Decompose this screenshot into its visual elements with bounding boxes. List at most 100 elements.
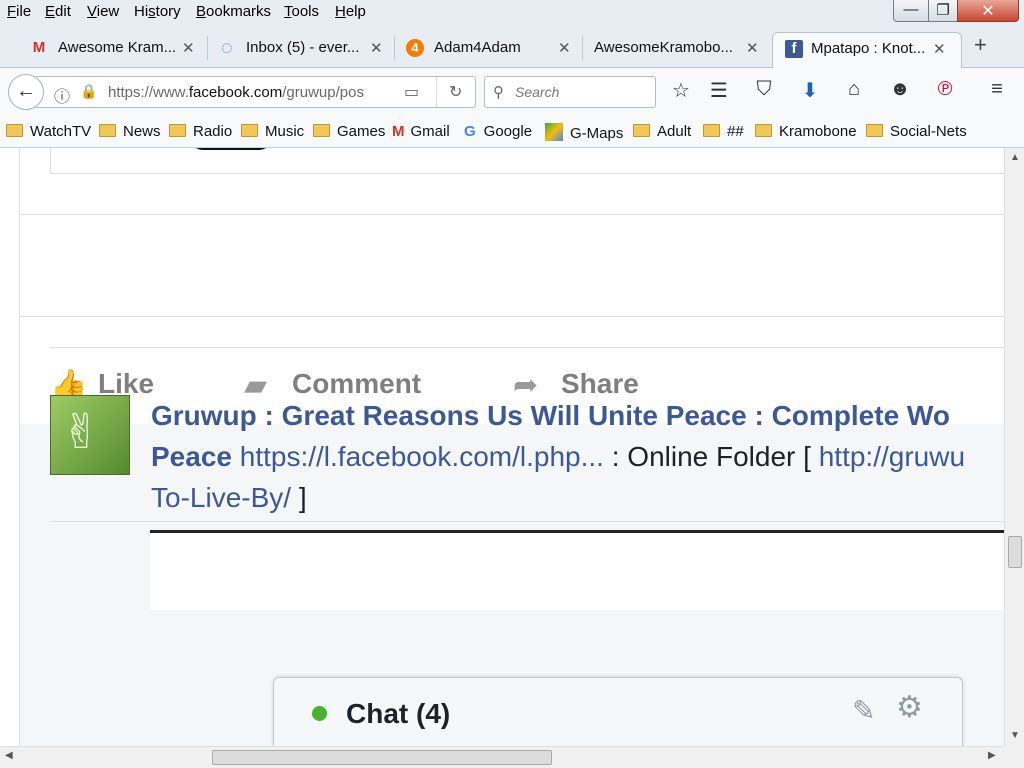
- bookmark-gmail[interactable]: M Gmail: [392, 123, 450, 140]
- scrollbar-corner: [1004, 746, 1024, 768]
- tab-awesomekramobone[interactable]: AwesomeKramobo... ✕: [572, 32, 768, 68]
- pocket-icon[interactable]: ⛉: [751, 78, 777, 101]
- folder-icon: [755, 124, 772, 137]
- vertical-scrollbar[interactable]: ▲ ▼: [1004, 148, 1024, 746]
- horizontal-scroll-thumb[interactable]: [212, 750, 552, 765]
- bookmark-radio[interactable]: Radio: [169, 123, 232, 140]
- divider: [20, 316, 1004, 317]
- folder-icon: [99, 124, 116, 137]
- gmail-icon: M: [392, 123, 405, 140]
- bookmark-kramobone[interactable]: Kramobone: [755, 123, 857, 140]
- bookmark-adult[interactable]: Adult: [633, 123, 691, 140]
- bookmark-watchtv[interactable]: WatchTV: [6, 123, 91, 140]
- bookmark-music[interactable]: Music: [241, 123, 304, 140]
- tab-title: AwesomeKramobo...: [594, 39, 733, 56]
- new-tab-button[interactable]: +: [974, 32, 987, 58]
- gmail-icon: M: [32, 39, 46, 56]
- menu-bookmarks[interactable]: Bookmarks: [196, 3, 271, 20]
- reload-button[interactable]: ↻: [436, 77, 476, 107]
- search-icon: ⚲: [493, 84, 504, 101]
- compose-icon[interactable]: ✎: [852, 694, 875, 727]
- tab-title: Adam4Adam: [434, 39, 521, 56]
- tab-awesome-kram[interactable]: M Awesome Kram... ✕: [8, 32, 208, 68]
- folder-icon: [703, 124, 720, 137]
- menu-help[interactable]: Help: [335, 3, 366, 20]
- horizontal-scrollbar[interactable]: ◀ ▶: [0, 746, 1004, 768]
- tab-mpatapo[interactable]: f Mpatapo : Knot... ✕: [772, 32, 962, 68]
- search-input[interactable]: ⚲ Search: [484, 76, 656, 108]
- close-window-button[interactable]: ✕: [957, 0, 1019, 22]
- peace-hand-icon: ✌: [61, 406, 102, 459]
- google-icon: G: [464, 123, 476, 140]
- tab-adam4adam[interactable]: 4 Adam4Adam ✕: [384, 32, 580, 68]
- url-bar[interactable]: ⓘ 🔒 https://www.facebook.com/gruwup/pos …: [36, 76, 476, 108]
- bookmarks-list-icon[interactable]: ☰: [706, 78, 732, 103]
- vertical-scroll-thumb[interactable]: [1008, 536, 1022, 568]
- url-text[interactable]: https://www.facebook.com/gruwup/pos: [108, 84, 364, 101]
- scroll-up-icon[interactable]: ▲: [1005, 152, 1024, 163]
- bookmark-social-nets[interactable]: Social-Nets: [866, 123, 967, 140]
- back-button[interactable]: ←: [8, 74, 44, 110]
- tab-close-icon[interactable]: ✕: [370, 39, 383, 57]
- divider: [50, 521, 1004, 522]
- facebook-icon: f: [785, 40, 803, 58]
- folder-icon: [633, 124, 650, 137]
- scroll-right-icon[interactable]: ▶: [988, 750, 996, 761]
- tab-close-icon[interactable]: ✕: [558, 39, 571, 57]
- folder-icon: [866, 124, 883, 137]
- site-info-icon[interactable]: ⓘ: [54, 83, 70, 107]
- pinterest-icon[interactable]: ℗: [932, 78, 958, 101]
- minimize-button[interactable]: —: [893, 0, 929, 22]
- tab-inbox[interactable]: ◌ Inbox (5) - ever... ✕: [196, 32, 392, 68]
- scroll-down-icon[interactable]: ▼: [1005, 730, 1024, 741]
- reader-view-icon[interactable]: ▭: [404, 82, 419, 102]
- menu-hamburger-icon[interactable]: ≡: [984, 78, 1010, 101]
- avatar[interactable]: ✌: [50, 395, 130, 475]
- menu-history[interactable]: History: [134, 3, 181, 20]
- bookmarks-toolbar: WatchTV News Radio Music Games M Gmail GG…: [0, 114, 1024, 148]
- post-folder-link-continued[interactable]: To-Live-By/: [151, 482, 291, 513]
- tab-title: Mpatapo : Knot...: [811, 40, 926, 57]
- bookmark-google[interactable]: G Google: [464, 123, 532, 140]
- tab-close-icon[interactable]: ✕: [933, 40, 946, 58]
- gear-icon[interactable]: ⚙: [896, 690, 923, 725]
- post-title-link-continued[interactable]: Peace: [151, 441, 232, 472]
- maximize-button[interactable]: ❐: [928, 0, 958, 22]
- previous-post-image-fragment: [191, 148, 271, 150]
- minimize-icon: —: [903, 1, 919, 18]
- post-image[interactable]: [150, 530, 1010, 610]
- post-title-link[interactable]: Gruwup : Great Reasons Us Will Unite Pea…: [151, 400, 950, 431]
- adam4adam-icon: 4: [406, 39, 424, 57]
- bookmark-gmaps[interactable]: G-Maps: [545, 123, 623, 142]
- emoji-icon[interactable]: ☻: [887, 78, 913, 101]
- bookmark-star-icon[interactable]: ☆: [668, 78, 694, 103]
- previous-post-preview: [50, 148, 1004, 174]
- menu-view[interactable]: View: [87, 3, 119, 20]
- tab-bar: M Awesome Kram... ✕ ◌ Inbox (5) - ever..…: [0, 26, 1024, 68]
- menu-edit[interactable]: Edit: [45, 3, 71, 20]
- post-text: : Online Folder [: [603, 441, 819, 472]
- post-text-bracket: ]: [291, 482, 307, 513]
- chat-label: Chat (4): [346, 698, 451, 729]
- online-status-indicator: [312, 706, 327, 721]
- tab-close-icon[interactable]: ✕: [182, 39, 195, 57]
- menu-file[interactable]: File: [7, 3, 31, 20]
- home-icon[interactable]: ⌂: [841, 78, 867, 101]
- chat-dock[interactable]: Chat (4) ✎ ⚙: [273, 677, 963, 747]
- maps-icon: [545, 123, 563, 141]
- downloads-icon[interactable]: ⬇: [797, 78, 823, 103]
- menu-tools[interactable]: Tools: [284, 3, 319, 20]
- divider: [20, 214, 1004, 215]
- scroll-left-icon[interactable]: ◀: [5, 750, 13, 761]
- post-folder-link[interactable]: http://gruwu: [819, 441, 965, 472]
- lock-icon: 🔒: [80, 83, 98, 99]
- bookmark-hash[interactable]: ##: [703, 123, 744, 140]
- search-placeholder: Search: [515, 84, 560, 100]
- bookmark-games[interactable]: Games: [313, 123, 385, 140]
- bookmark-news[interactable]: News: [99, 123, 161, 140]
- post-external-link[interactable]: https://l.facebook.com/l.php...: [240, 441, 604, 472]
- tab-close-icon[interactable]: ✕: [746, 39, 759, 57]
- post-content: Gruwup : Great Reasons Us Will Unite Pea…: [151, 395, 1011, 518]
- back-arrow-icon: ←: [16, 80, 36, 102]
- tab-title: Awesome Kram...: [58, 39, 177, 56]
